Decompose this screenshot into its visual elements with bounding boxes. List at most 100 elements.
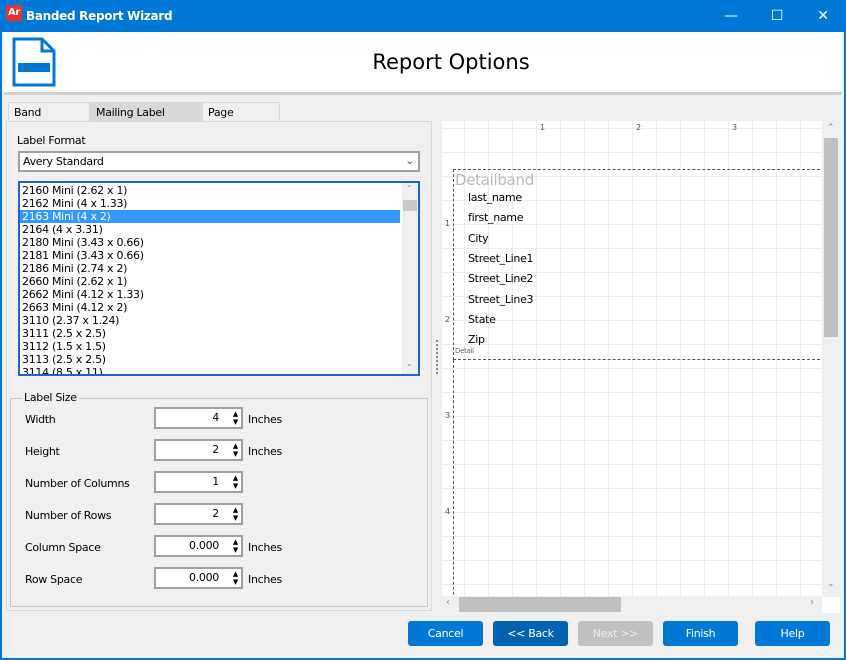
- finish-button[interactable]: Finish: [663, 621, 738, 646]
- report-field[interactable]: State: [468, 313, 496, 326]
- tab-band-selection[interactable]: Band Selection: [8, 102, 90, 138]
- list-item[interactable]: 2662 Mini (4.12 x 1.33): [20, 288, 418, 301]
- ruler-top-label: 1: [540, 123, 545, 132]
- numeric-stepper[interactable]: 0.000 ▲ ▼: [154, 535, 243, 557]
- list-item[interactable]: 2663 Mini (4.12 x 2): [20, 301, 418, 314]
- list-item[interactable]: 2160 Mini (2.62 x 1): [20, 184, 418, 197]
- numeric-stepper[interactable]: 1 ▲ ▼: [154, 471, 243, 493]
- down-arrow-icon[interactable]: ▼: [233, 546, 238, 554]
- label-preview: 1 2 3 1 2 3 4 Detailband Detail last_nam…: [442, 121, 840, 613]
- stepper-value: 4: [212, 411, 219, 424]
- list-item[interactable]: 3111 (2.5 x 2.5): [20, 327, 418, 340]
- stepper-value: 0.000: [189, 571, 219, 584]
- numeric-stepper[interactable]: 2 ▲ ▼: [154, 439, 243, 461]
- up-arrow-icon[interactable]: ▲: [233, 538, 238, 546]
- down-arrow-icon[interactable]: ▼: [233, 578, 238, 586]
- list-scrollbar[interactable]: ⌃ ⌄: [402, 183, 418, 374]
- ruler-top-label: 2: [636, 123, 641, 132]
- field-label: Row Space: [25, 573, 83, 586]
- tab-page-settings[interactable]: Page Settings: [202, 102, 280, 138]
- scroll-right-icon[interactable]: ›: [810, 597, 814, 608]
- down-arrow-icon[interactable]: ▼: [233, 418, 238, 426]
- list-item[interactable]: 3113 (2.5 x 2.5): [20, 353, 418, 366]
- scroll-down-icon[interactable]: ⌄: [827, 579, 835, 589]
- divider: [4, 92, 842, 95]
- tab-mailing-label-options[interactable]: Mailing Label Options: [90, 102, 202, 138]
- list-item[interactable]: 2186 Mini (2.74 x 2): [20, 262, 418, 275]
- up-arrow-icon[interactable]: ▲: [233, 442, 238, 450]
- stepper-arrows[interactable]: ▲ ▼: [233, 538, 238, 554]
- minimize-icon: —: [724, 8, 738, 24]
- unit-label: Inches: [248, 445, 282, 458]
- unit-label: Inches: [248, 413, 282, 426]
- up-arrow-icon[interactable]: ▲: [233, 570, 238, 578]
- list-item[interactable]: 2181 Mini (3.43 x 0.66): [20, 249, 418, 262]
- help-button[interactable]: Help: [755, 621, 830, 646]
- label-list[interactable]: 2160 Mini (2.62 x 1) 2162 Mini (4 x 1.33)…: [18, 181, 420, 376]
- scroll-thumb[interactable]: [403, 200, 417, 211]
- list-item[interactable]: 2660 Mini (2.62 x 1): [20, 275, 418, 288]
- down-arrow-icon[interactable]: ▼: [233, 450, 238, 458]
- unit-label: Inches: [248, 541, 282, 554]
- page-margin: [453, 360, 454, 613]
- scroll-left-icon[interactable]: ‹: [446, 597, 450, 608]
- field-label: Width: [25, 413, 56, 426]
- report-field[interactable]: last_name: [468, 191, 522, 204]
- list-item[interactable]: 2163 Mini (4 x 2): [20, 210, 400, 223]
- field-label: Number of Columns: [25, 477, 130, 490]
- window-title: Banded Report Wizard: [26, 9, 173, 23]
- preview-horizontal-scrollbar[interactable]: ‹ ›: [442, 596, 822, 613]
- scroll-up-icon[interactable]: ⌃: [406, 184, 413, 193]
- chevron-down-icon: ⌄: [405, 154, 414, 167]
- label-format-dropdown[interactable]: Avery Standard ⌄: [18, 151, 420, 172]
- splitter-handle[interactable]: [436, 340, 438, 374]
- unit-label: Inches: [248, 573, 282, 586]
- list-item[interactable]: 2164 (4 x 3.31): [20, 223, 418, 236]
- up-arrow-icon[interactable]: ▲: [233, 474, 238, 482]
- back-button[interactable]: << Back: [493, 621, 568, 646]
- stepper-arrows[interactable]: ▲ ▼: [233, 506, 238, 522]
- numeric-stepper[interactable]: 0.000 ▲ ▼: [154, 567, 243, 589]
- up-arrow-icon[interactable]: ▲: [233, 506, 238, 514]
- report-field[interactable]: first_name: [468, 211, 524, 224]
- down-arrow-icon[interactable]: ▼: [233, 514, 238, 522]
- stepper-value: 2: [212, 443, 219, 456]
- stepper-value: 0.000: [189, 539, 219, 552]
- scroll-down-icon[interactable]: ⌄: [406, 359, 413, 368]
- down-arrow-icon[interactable]: ▼: [233, 482, 238, 490]
- maximize-button[interactable]: ☐: [754, 0, 800, 32]
- scroll-up-icon[interactable]: ⌃: [827, 123, 835, 133]
- up-arrow-icon[interactable]: ▲: [233, 410, 238, 418]
- field-label: Height: [25, 445, 60, 458]
- stepper-arrows[interactable]: ▲ ▼: [233, 410, 238, 426]
- cancel-button[interactable]: Cancel: [408, 621, 483, 646]
- stepper-arrows[interactable]: ▲ ▼: [233, 442, 238, 458]
- numeric-stepper[interactable]: 2 ▲ ▼: [154, 503, 243, 525]
- list-item[interactable]: 3110 (2.37 x 1.24): [20, 314, 418, 327]
- report-field[interactable]: Street_Line1: [468, 252, 534, 265]
- ruler-top-label: 3: [732, 123, 737, 132]
- list-item[interactable]: 3114 (8.5 x 11): [20, 366, 418, 374]
- report-field[interactable]: Street_Line2: [468, 272, 534, 285]
- numeric-stepper[interactable]: 4 ▲ ▼: [154, 407, 243, 429]
- close-icon: ✕: [817, 8, 829, 24]
- report-field[interactable]: Street_Line3: [468, 293, 534, 306]
- list-item[interactable]: 2180 Mini (3.43 x 0.66): [20, 236, 418, 249]
- stepper-value: 2: [212, 507, 219, 520]
- list-item[interactable]: 2162 Mini (4 x 1.33): [20, 197, 418, 210]
- report-field[interactable]: Zip: [468, 333, 485, 346]
- label-format-label: Label Format: [17, 134, 86, 147]
- list-item[interactable]: 3112 (1.5 x 1.5): [20, 340, 418, 353]
- title-bar: Ar Banded Report Wizard — ☐ ✕: [0, 0, 846, 32]
- preview-vertical-scrollbar[interactable]: ⌃ ⌄: [822, 121, 840, 597]
- stepper-arrows[interactable]: ▲ ▼: [233, 570, 238, 586]
- close-button[interactable]: ✕: [800, 0, 846, 32]
- report-field[interactable]: City: [468, 232, 489, 245]
- next-button[interactable]: Next >>: [578, 621, 653, 646]
- scroll-thumb[interactable]: [459, 597, 621, 612]
- stepper-arrows[interactable]: ▲ ▼: [233, 474, 238, 490]
- page-title: Report Options: [372, 50, 530, 74]
- scroll-thumb[interactable]: [824, 138, 838, 337]
- dropdown-value: Avery Standard: [23, 155, 104, 168]
- minimize-button[interactable]: —: [708, 0, 754, 32]
